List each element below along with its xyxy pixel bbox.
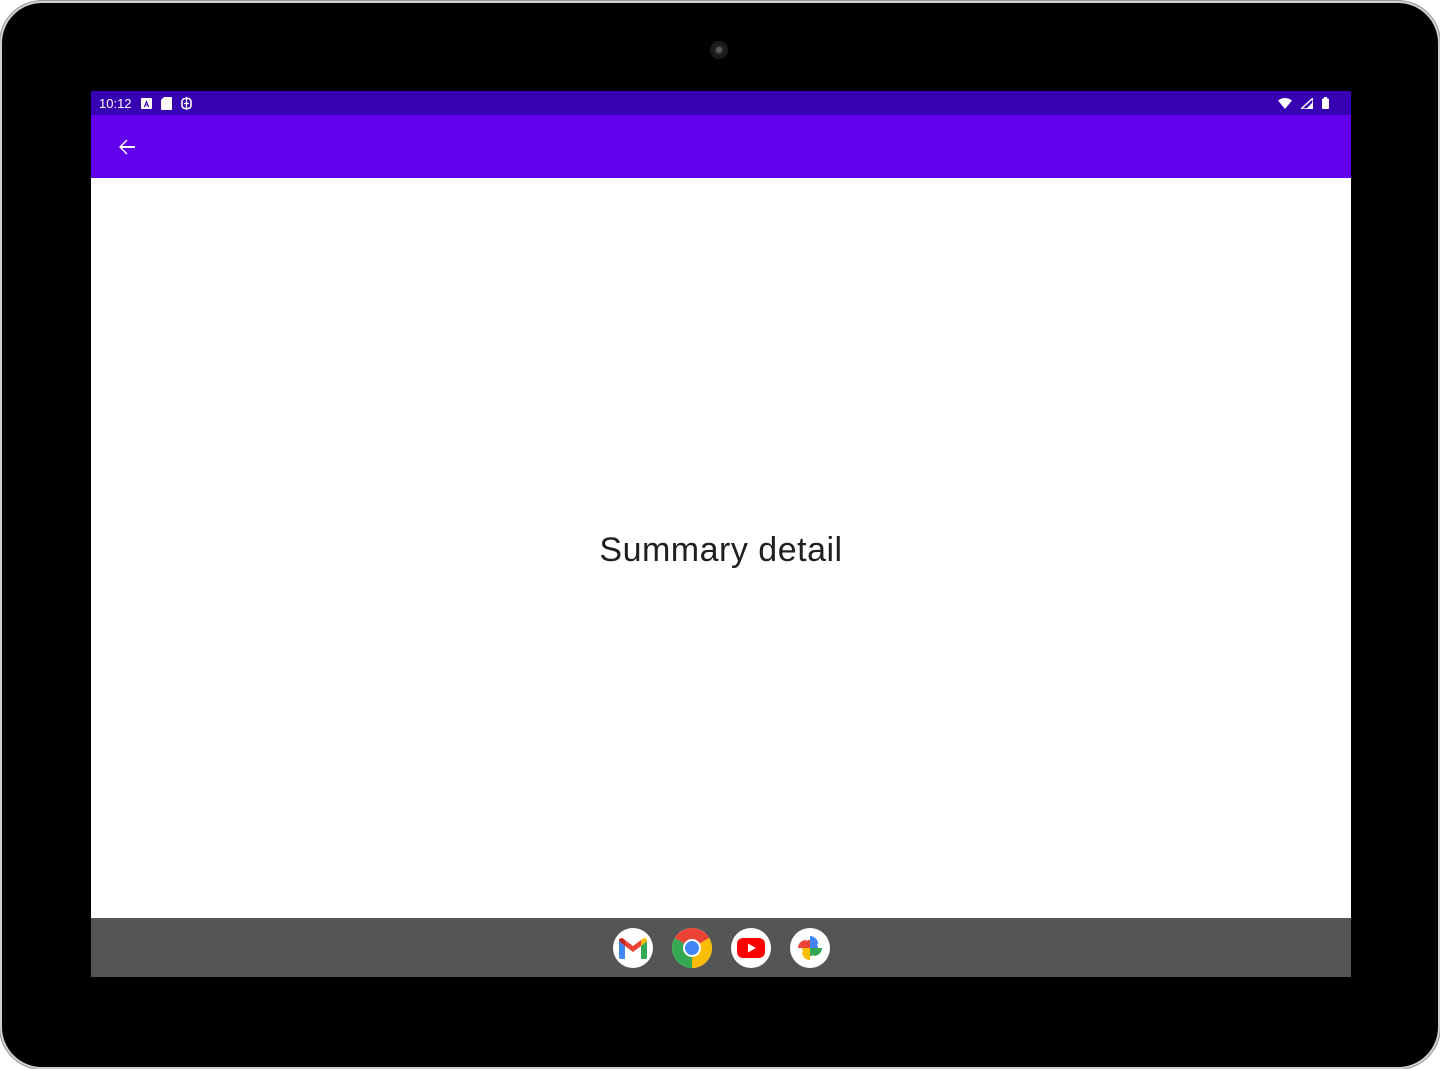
cell-signal-icon (1301, 97, 1313, 109)
content-area: Summary detail (91, 178, 1351, 918)
screen: 10:12 Summary detail (91, 91, 1351, 977)
taskbar (91, 918, 1351, 977)
summary-detail-text: Summary detail (599, 530, 843, 569)
data-saver-icon (180, 96, 192, 110)
photos-app-icon[interactable] (789, 927, 830, 968)
app-bar (91, 115, 1351, 178)
battery-icon (1322, 97, 1329, 109)
youtube-app-icon[interactable] (730, 927, 771, 968)
chrome-app-icon[interactable] (671, 927, 712, 968)
wifi-icon (1278, 97, 1292, 109)
status-time: 10:12 (99, 95, 132, 111)
arrow-back-icon (119, 139, 135, 154)
gmail-app-icon[interactable] (612, 927, 653, 968)
sd-card-icon (160, 96, 172, 110)
status-bar-right (1278, 97, 1329, 109)
camera-icon (710, 41, 728, 59)
status-bar: 10:12 (91, 91, 1351, 115)
accessibility-icon (140, 97, 152, 109)
back-button[interactable] (113, 133, 141, 161)
status-bar-left: 10:12 (99, 96, 192, 111)
tablet-frame: 10:12 Summary detail (2, 3, 1438, 1067)
